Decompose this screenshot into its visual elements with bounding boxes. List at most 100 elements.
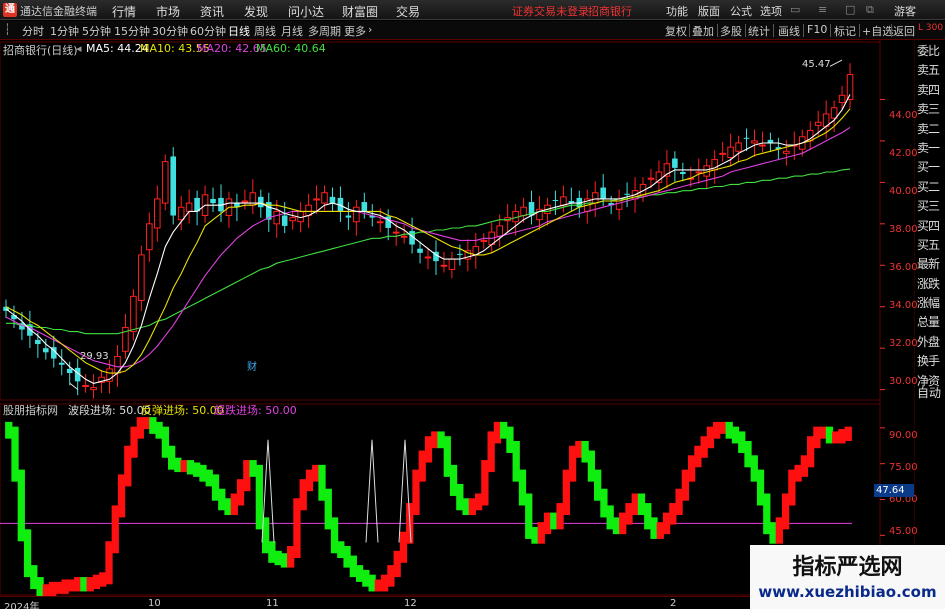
legend-toggle-icon[interactable]: ◂ bbox=[76, 42, 82, 55]
btn-f10[interactable]: F10 bbox=[807, 23, 827, 36]
menu-function[interactable]: 功能 bbox=[666, 3, 688, 19]
window-icon[interactable]: □ bbox=[845, 3, 855, 16]
btn-add-favorite[interactable]: +自选 bbox=[862, 23, 893, 39]
tab-60min[interactable]: 60分钟 bbox=[190, 23, 226, 39]
tab-15min[interactable]: 15分钟 bbox=[114, 23, 150, 39]
tab-daily[interactable]: 日线 bbox=[228, 23, 250, 39]
indicator-step bbox=[781, 493, 790, 530]
chevron-right-icon[interactable]: › bbox=[368, 23, 372, 36]
price-tick: 40.00 bbox=[889, 186, 918, 197]
finance-marker[interactable]: 财 bbox=[247, 358, 257, 373]
indicator-step bbox=[543, 512, 552, 535]
indicator-step bbox=[80, 577, 88, 592]
candle-body bbox=[400, 235, 408, 238]
indicator-step bbox=[525, 493, 533, 539]
side-item[interactable]: 最新 bbox=[917, 255, 945, 274]
high-pointer bbox=[829, 59, 843, 67]
btn-back[interactable]: 返回 bbox=[893, 23, 915, 39]
indicator-step bbox=[606, 505, 614, 530]
indicator-step bbox=[625, 503, 633, 525]
side-item[interactable]: 涨幅 bbox=[917, 294, 945, 313]
candle-body bbox=[440, 264, 448, 267]
menu-icon[interactable]: ≡ bbox=[818, 3, 827, 16]
btn-multi-stock[interactable]: 多股 bbox=[720, 23, 742, 39]
tab-30min[interactable]: 30分钟 bbox=[152, 23, 188, 39]
indicator-step bbox=[255, 464, 263, 530]
ma60-legend: MA60: 40.64 bbox=[256, 42, 326, 55]
indicator-step bbox=[431, 431, 439, 449]
indicator-step bbox=[155, 421, 163, 439]
indicator-step bbox=[111, 505, 119, 554]
side-item[interactable]: 买三 bbox=[917, 197, 945, 216]
side-item[interactable]: 委比 bbox=[917, 42, 945, 61]
indicator-step bbox=[305, 469, 314, 492]
side-item[interactable]: 买四 bbox=[917, 217, 945, 236]
tab-multi-period[interactable]: 多周期 bbox=[308, 23, 341, 39]
menu-layout[interactable]: 版面 bbox=[698, 3, 720, 19]
indicator-step bbox=[800, 455, 809, 477]
candle-body bbox=[783, 150, 790, 154]
date-tick: 2024年 bbox=[4, 602, 40, 609]
toolbar-handle-icon: ┆ bbox=[4, 23, 11, 36]
stock-link[interactable]: 招商银行 bbox=[588, 3, 632, 19]
price-tick: 30.00 bbox=[889, 376, 918, 387]
indicator-step bbox=[418, 450, 426, 482]
indicator-step bbox=[374, 579, 383, 592]
tab-monthly[interactable]: 月线 bbox=[281, 23, 303, 39]
indicator-step bbox=[807, 436, 815, 468]
indicator-step bbox=[644, 503, 652, 530]
ma5-line bbox=[5, 94, 851, 384]
side-item[interactable]: 总量 bbox=[917, 313, 945, 332]
current-indicator-value: 47.64 bbox=[874, 484, 914, 497]
tab-5min[interactable]: 5分钟 bbox=[82, 23, 111, 39]
indicator-step bbox=[763, 493, 771, 535]
btn-overlay[interactable]: 叠加 bbox=[692, 23, 714, 39]
date-tick: 10 bbox=[148, 598, 161, 609]
candle-body bbox=[424, 256, 432, 259]
menu-ask[interactable]: 问小达 bbox=[288, 3, 324, 20]
tab-minute[interactable]: 分时 bbox=[22, 23, 44, 39]
side-item[interactable]: 卖五 bbox=[917, 61, 945, 80]
date-axis: 2024年 10 11 12 2 bbox=[0, 596, 880, 609]
side-item[interactable]: 买一 bbox=[917, 158, 945, 177]
minimize-icon[interactable]: ▭ bbox=[790, 3, 800, 16]
tab-weekly[interactable]: 周线 bbox=[254, 23, 276, 39]
indicator-tick: 90.00 bbox=[889, 430, 918, 441]
guest-label[interactable]: 游客 bbox=[894, 3, 916, 19]
low-price-label: 29.93 bbox=[80, 351, 109, 362]
side-item[interactable]: 买二 bbox=[917, 178, 945, 197]
side-item[interactable]: 卖二 bbox=[917, 120, 945, 139]
menu-formula[interactable]: 公式 bbox=[730, 3, 752, 19]
indicator-step bbox=[662, 512, 671, 535]
btn-mark[interactable]: 标记 bbox=[834, 23, 856, 39]
menu-trade[interactable]: 交易 bbox=[396, 3, 420, 20]
kline-chart[interactable] bbox=[0, 40, 915, 596]
btn-draw[interactable]: 画线 bbox=[778, 23, 800, 39]
side-item[interactable]: 卖三 bbox=[917, 100, 945, 119]
indicator-step bbox=[199, 464, 207, 482]
side-item[interactable]: 换手 bbox=[917, 352, 945, 371]
auto-button[interactable]: 自动 bbox=[917, 384, 945, 402]
btn-stats[interactable]: 统计 bbox=[748, 23, 770, 39]
restore-icon[interactable]: ⧉ bbox=[866, 3, 874, 17]
btn-adjust[interactable]: 复权 bbox=[665, 23, 687, 39]
login-warning[interactable]: 证券交易未登录 bbox=[512, 3, 589, 19]
menu-options[interactable]: 选项 bbox=[760, 3, 782, 19]
tab-more[interactable]: 更多 bbox=[344, 23, 366, 39]
side-item[interactable]: 外盘 bbox=[917, 333, 945, 352]
side-item[interactable]: 买五 bbox=[917, 236, 945, 255]
menu-news[interactable]: 资讯 bbox=[200, 3, 224, 20]
candle-body bbox=[329, 196, 336, 204]
indicator-step bbox=[537, 522, 545, 544]
side-item[interactable]: 卖一 bbox=[917, 139, 945, 158]
side-item[interactable]: 卖四 bbox=[917, 81, 945, 100]
indicator-step bbox=[218, 488, 226, 511]
app-title: 通达信金融终端 bbox=[20, 5, 97, 18]
menu-market[interactable]: 市场 bbox=[156, 3, 180, 20]
indicator-step bbox=[99, 572, 107, 587]
menu-quotes[interactable]: 行情 bbox=[112, 3, 136, 20]
side-item[interactable]: 涨跌 bbox=[917, 275, 945, 294]
menu-wealth[interactable]: 财富圈 bbox=[342, 3, 378, 20]
menu-discover[interactable]: 发现 bbox=[244, 3, 268, 20]
tab-1min[interactable]: 1分钟 bbox=[50, 23, 79, 39]
